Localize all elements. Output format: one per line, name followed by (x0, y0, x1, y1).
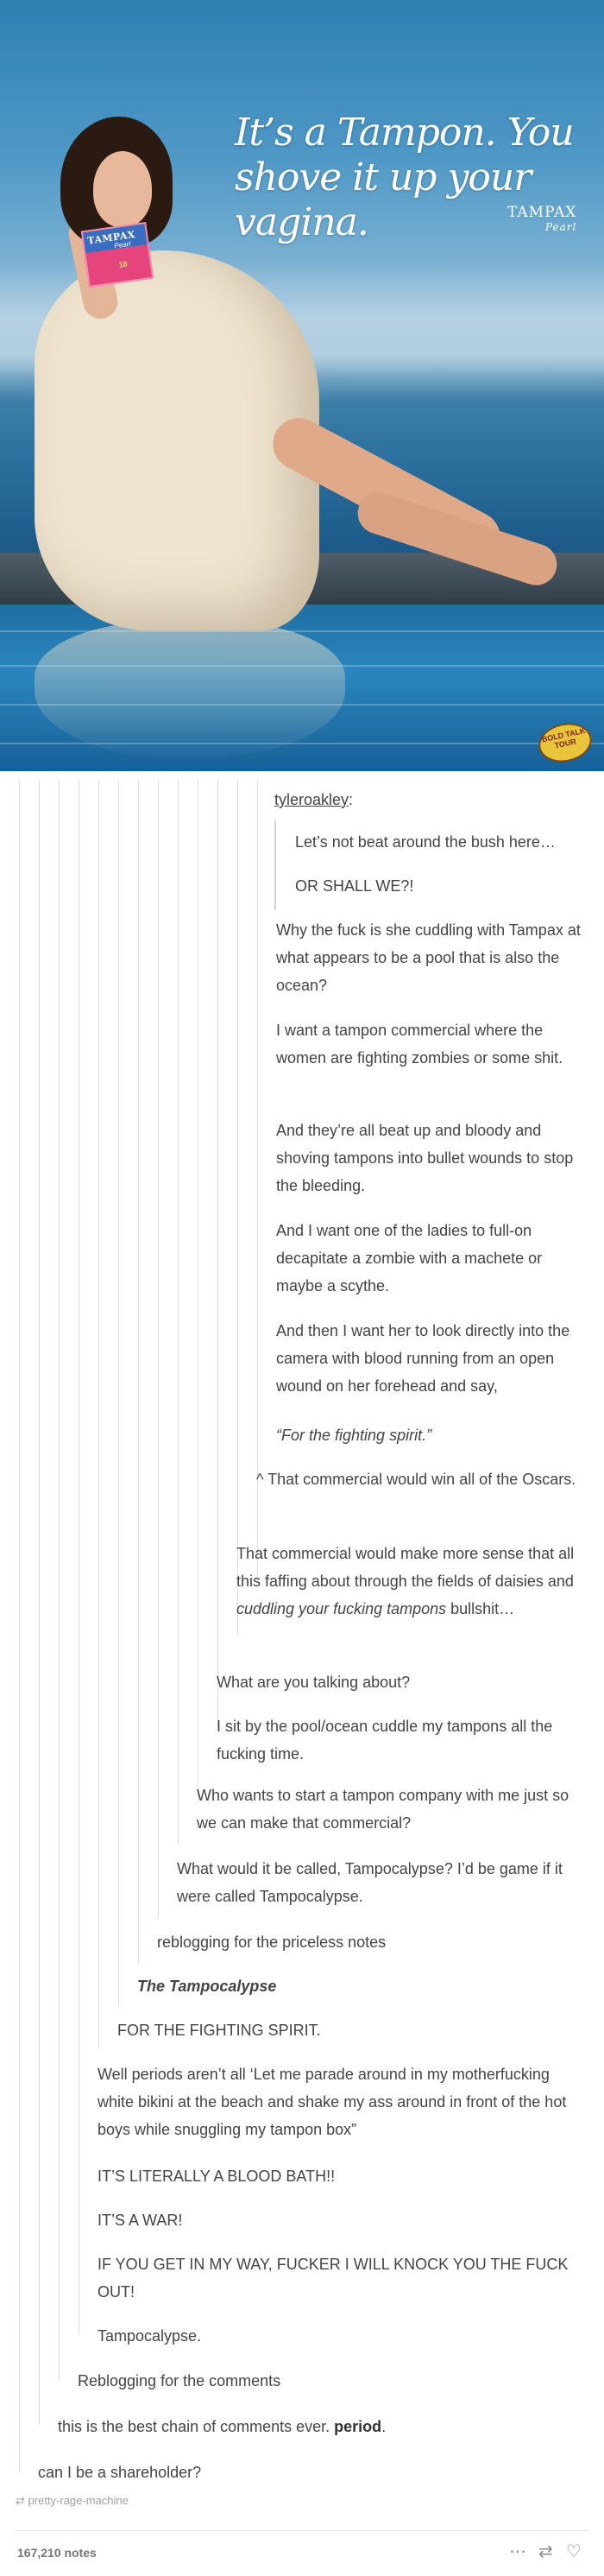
like-icon[interactable]: ♡ (566, 2542, 582, 2561)
reply: The Tampocalypse (137, 1978, 277, 1995)
reply: FOR THE FIGHTING SPIRIT. (117, 2022, 321, 2039)
quote-line: OR SHALL WE?! (295, 877, 414, 895)
reply: can I be a shareholder? (38, 2464, 202, 2481)
ad-logo-sub: Pearl (544, 221, 577, 233)
reply: IT’S LITERALLY A BLOOD BATH!! (98, 2168, 336, 2185)
quote-bar (274, 820, 276, 910)
reply: Who wants to start a tampon company with… (197, 1787, 569, 1832)
woman-face (93, 151, 152, 227)
box-count: 18 (117, 259, 129, 269)
tampon-box: TAMPAX Pearl 18 (80, 222, 154, 288)
reply: reblogging for the priceless notes (157, 1934, 387, 1951)
username: tyleroakley: (274, 791, 354, 808)
paragraph: And they’re all beat up and bloody and s… (276, 1122, 574, 1194)
reblog-small-icon: ⇄ (16, 2494, 25, 2507)
reply: Well periods aren’t all ‘Let me parade a… (98, 2066, 567, 2138)
reply: IF YOU GET IN MY WAY, FUCKER I WILL KNOC… (98, 2256, 569, 2301)
reply: IT’S A WAR! (98, 2212, 183, 2229)
reblog-icon[interactable]: ⇄ (538, 2542, 553, 2561)
ad-logo: TAMPAX Pearl (507, 204, 576, 233)
reply-bold: period (334, 2418, 382, 2435)
paragraph: And I want one of the ladies to full-on … (276, 1222, 543, 1294)
paragraph: I want a tampon commercial where the wom… (276, 1022, 563, 1066)
reply-text: this is the best chain of comments ever. (58, 2418, 330, 2435)
reply: Reblogging for the comments (78, 2372, 281, 2389)
box-sub: Pearl (113, 239, 131, 250)
quote-line: Let’s not beat around the bush here… (295, 833, 556, 851)
footer-divider (16, 2530, 588, 2531)
reply-text: That commercial would make more sense th… (236, 1545, 575, 1590)
reply-emphasis: cuddling your fucking tampons (236, 1600, 447, 1617)
reply: Tampocalypse. (98, 2327, 202, 2345)
paragraph: Why the fuck is she cuddling with Tampax… (276, 921, 581, 994)
reply: I sit by the pool/ocean cuddle my tampon… (217, 1718, 553, 1763)
reply: That commercial would make more sense th… (236, 1540, 582, 1623)
reply: this is the best chain of comments ever.… (58, 2418, 387, 2435)
ad-logo-text: TAMPAX (507, 204, 577, 221)
reply: What are you talking about? (217, 1674, 411, 1691)
ad-image: TAMPAX Pearl 18 It’s a Tampon. You shove… (0, 0, 604, 771)
username-link[interactable]: tyleroakley (274, 791, 349, 808)
more-icon[interactable]: ⋯ (509, 2542, 526, 2561)
reflection (35, 622, 345, 760)
source-name: pretty-rage-machine (28, 2494, 129, 2507)
reply-text: bullshit… (450, 1600, 515, 1617)
paragraph-quote: “For the fighting spirit.” (276, 1427, 432, 1444)
reply: ^ That commercial would win all of the O… (256, 1471, 576, 1488)
paragraph: And then I want her to look directly int… (276, 1322, 570, 1395)
reply: What would it be called, Tampocalypse? I… (177, 1860, 563, 1905)
reblog-source[interactable]: ⇄ pretty-rage-machine (16, 2494, 129, 2508)
notes-count[interactable]: 167,210 notes (17, 2546, 97, 2560)
